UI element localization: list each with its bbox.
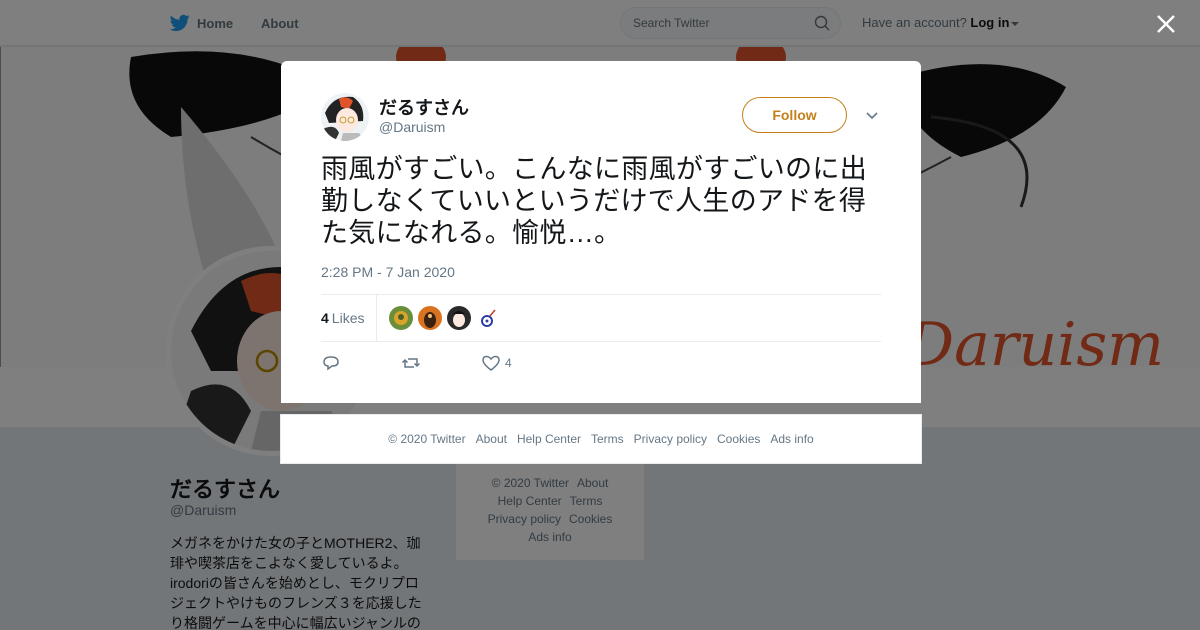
modal-footer-copyright: © 2020 Twitter xyxy=(388,432,466,446)
tweet-modal: だるすさん @Daruism Follow 雨風がすごい。こんなに雨風がすごいの… xyxy=(281,61,921,403)
likes-count: 4 xyxy=(321,310,329,326)
likers-list xyxy=(389,306,505,330)
likes-label: Likes xyxy=(331,310,365,326)
modal-footer-ads-link[interactable]: Ads info xyxy=(770,432,813,446)
reply-button[interactable] xyxy=(321,353,401,373)
liker-avatar[interactable] xyxy=(476,306,501,330)
like-button[interactable]: 4 xyxy=(481,353,512,373)
modal-footer-about-link[interactable]: About xyxy=(476,432,507,446)
stats-divider-bottom xyxy=(321,341,881,342)
tweet-actions: 4 xyxy=(321,351,512,375)
reply-icon xyxy=(323,356,339,371)
close-icon[interactable] xyxy=(1154,12,1178,36)
likes-stat[interactable]: 4 Likes xyxy=(321,295,378,341)
tweet-text: 雨風がすごい。こんなに雨風がすごいのに出勤しなくていいというだけで人生のアドを得… xyxy=(321,154,867,248)
tweet-author-avatar[interactable] xyxy=(321,93,369,141)
modal-footer-cookies-link[interactable]: Cookies xyxy=(717,432,760,446)
heart-icon xyxy=(482,355,500,371)
chevron-down-icon[interactable] xyxy=(865,109,879,123)
modal-footer-terms-link[interactable]: Terms xyxy=(591,432,624,446)
retweet-button[interactable] xyxy=(401,353,481,373)
tweet-author-handle[interactable]: @Daruism xyxy=(379,119,445,135)
liker-avatar[interactable] xyxy=(418,306,443,330)
modal-footer-help-link[interactable]: Help Center xyxy=(517,432,581,446)
like-count: 4 xyxy=(505,356,512,370)
tweet-stats: 4 Likes xyxy=(321,295,881,341)
liker-avatar[interactable] xyxy=(389,306,414,330)
modal-footer-privacy-link[interactable]: Privacy policy xyxy=(634,432,707,446)
tweet-author-name[interactable]: だるすさん xyxy=(379,94,469,120)
modal-footer: © 2020 Twitter About Help Center Terms P… xyxy=(280,414,922,464)
retweet-icon xyxy=(401,358,421,368)
liker-avatar[interactable] xyxy=(447,306,472,330)
tweet-author-avatar-image xyxy=(321,93,369,141)
tweet-timestamp[interactable]: 2:28 PM - 7 Jan 2020 xyxy=(321,264,455,280)
follow-button[interactable]: Follow xyxy=(742,97,847,133)
